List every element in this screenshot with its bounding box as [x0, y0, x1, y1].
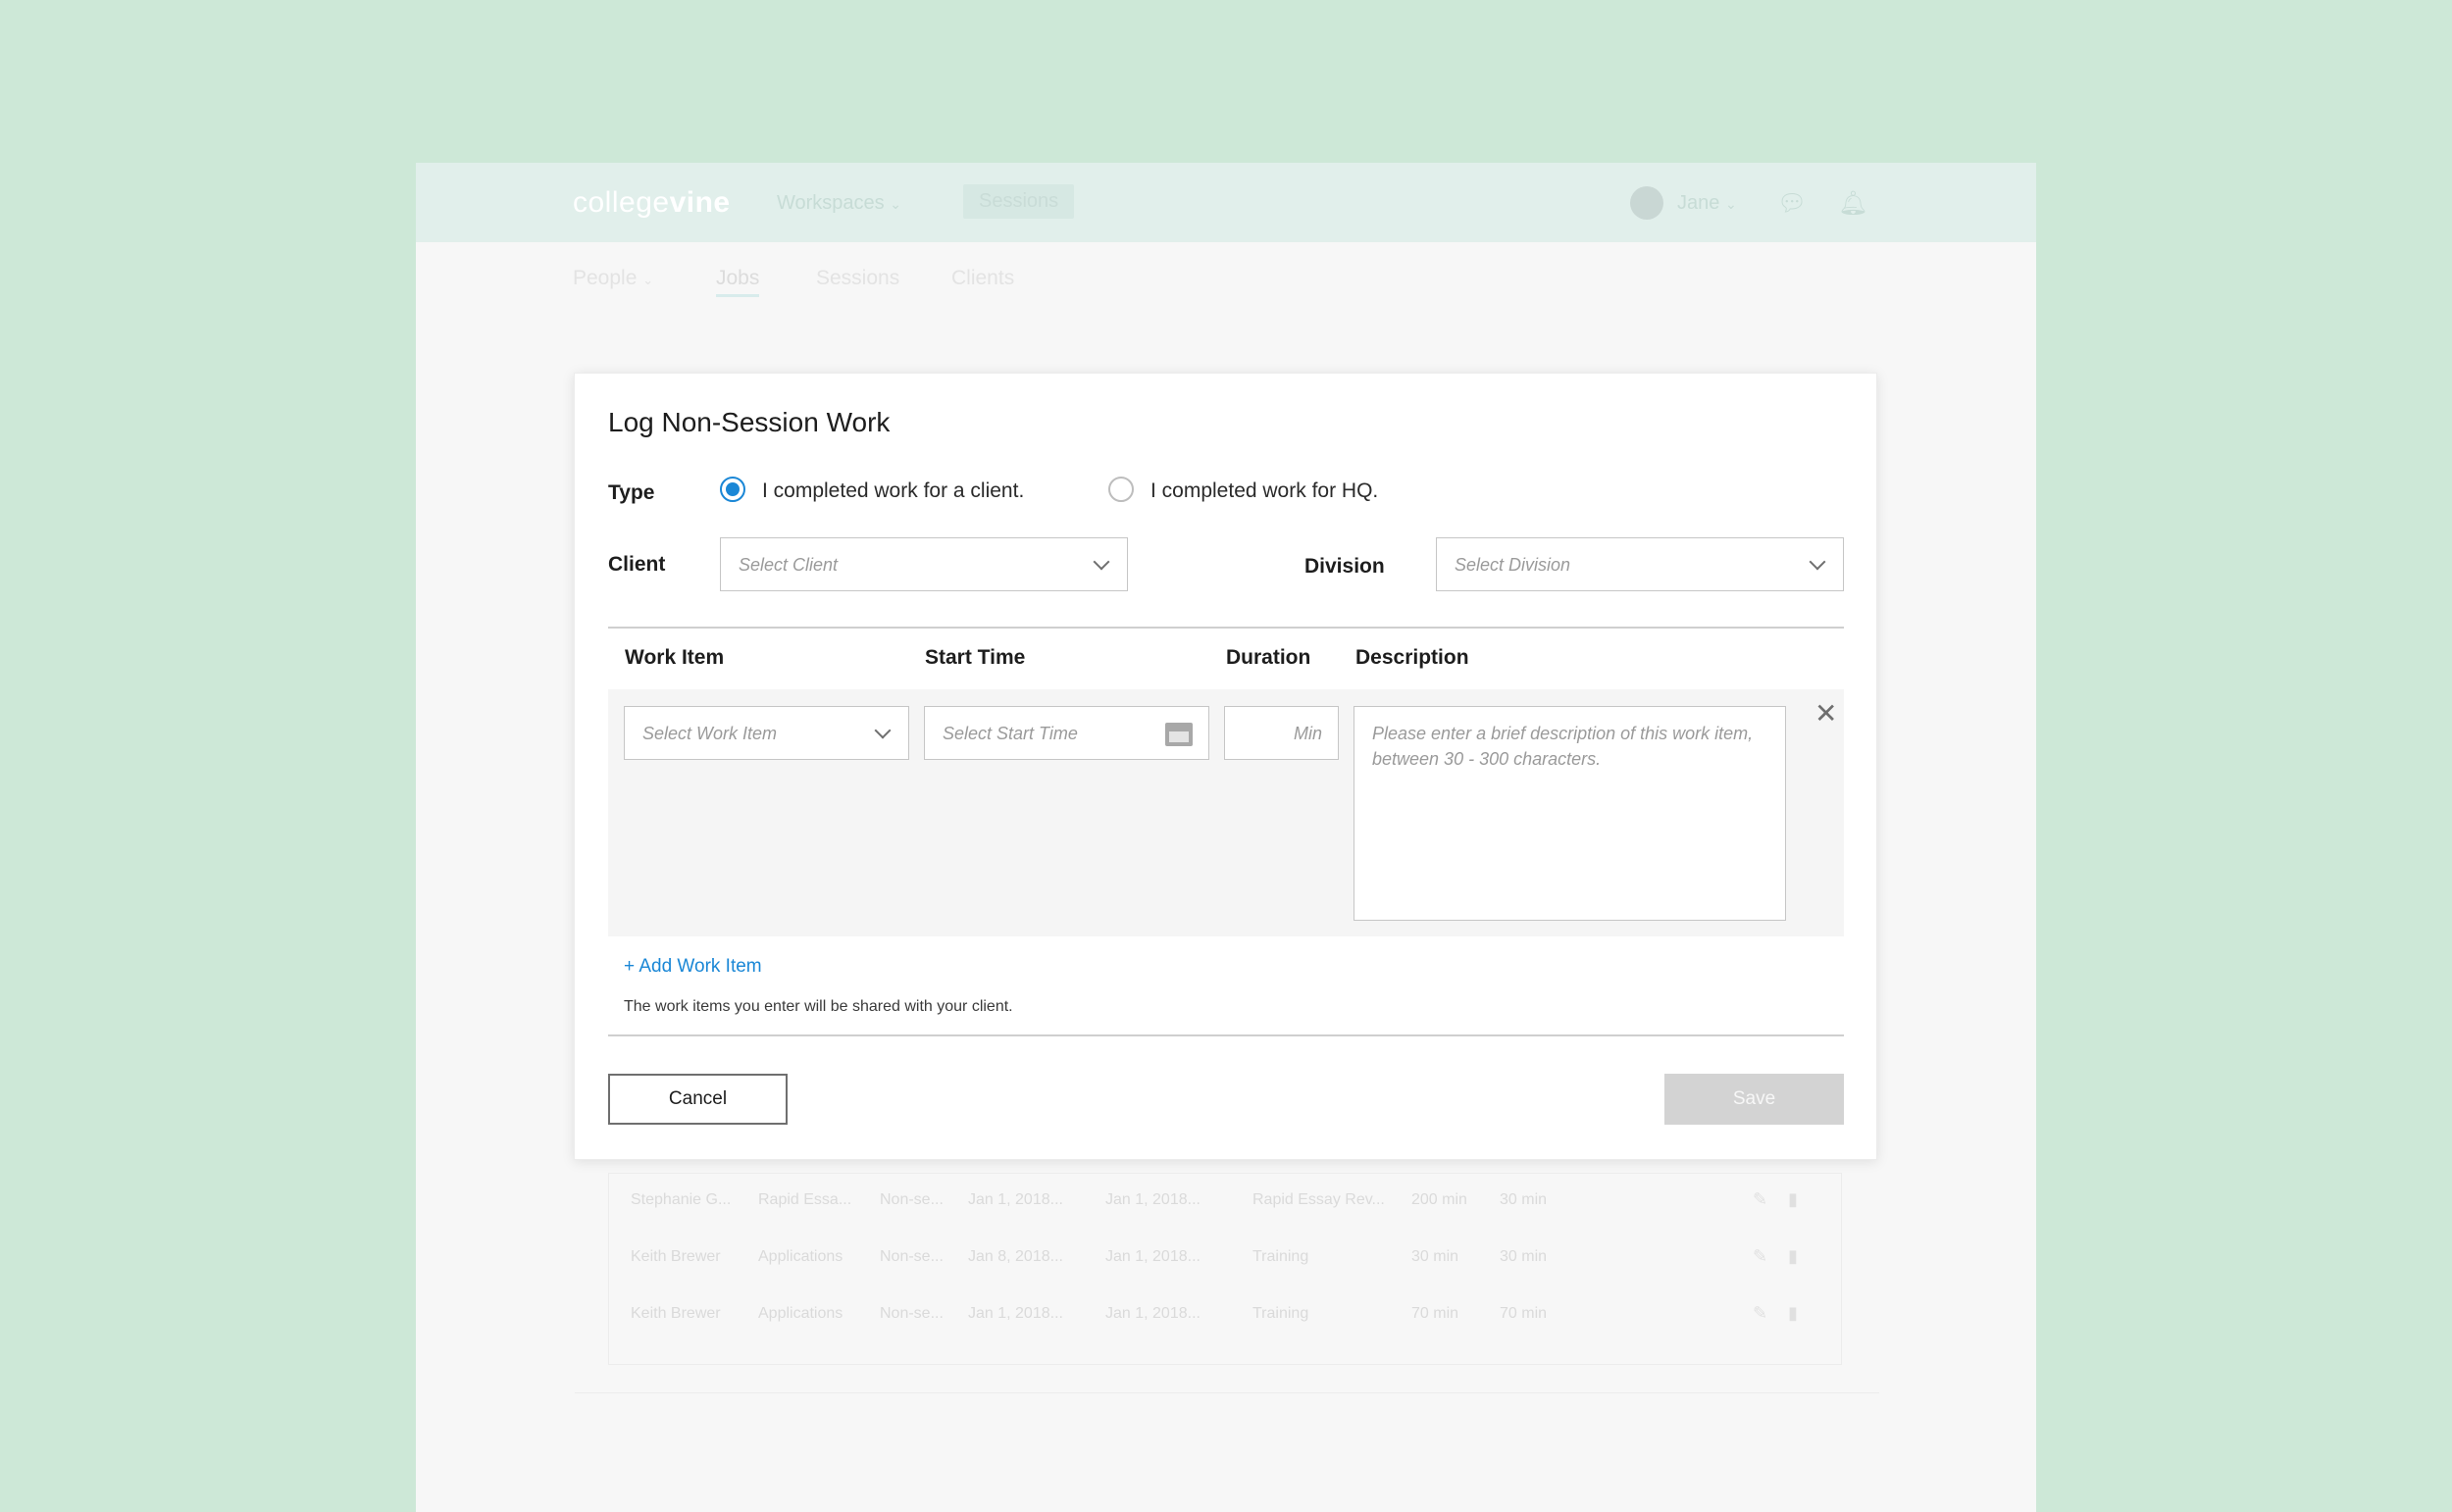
chevron-down-icon: ⌄: [642, 273, 654, 287]
user-menu[interactable]: Jane ⌄: [1677, 192, 1737, 215]
duration-input[interactable]: Min: [1224, 706, 1339, 760]
nav-workspaces[interactable]: Workspaces ⌄: [777, 192, 901, 215]
column-header-description: Description: [1355, 646, 1469, 669]
table-cell: 30 min: [1411, 1248, 1459, 1265]
table-cell: Jan 1, 2018...: [968, 1191, 1063, 1208]
calendar-icon[interactable]: [1165, 723, 1193, 746]
table-cell: Non-se...: [880, 1191, 944, 1208]
pencil-icon[interactable]: ✎: [1753, 1303, 1767, 1324]
nav-sessions[interactable]: Sessions: [963, 184, 1075, 219]
client-select[interactable]: Select Client: [720, 537, 1128, 591]
table-row[interactable]: Keith Brewer Applications Non-se... Jan …: [609, 1287, 1843, 1344]
logo-text-bold: vine: [669, 186, 731, 219]
avatar[interactable]: [1630, 186, 1663, 220]
radio-client-work-label[interactable]: I completed work for a client.: [762, 479, 1024, 503]
table-cell: Jan 1, 2018...: [968, 1305, 1063, 1322]
description-placeholder: Please enter a brief description of this…: [1372, 724, 1754, 769]
divider: [575, 1392, 1879, 1393]
radio-client-work[interactable]: [720, 477, 745, 502]
table-cell: Applications: [758, 1305, 843, 1322]
subnav-people-label: People: [573, 267, 638, 289]
subnav-sessions-label: Sessions: [816, 267, 900, 289]
table-cell: Rapid Essay Rev...: [1252, 1191, 1385, 1208]
radio-hq-work[interactable]: [1108, 477, 1134, 502]
collegevine-logo[interactable]: collegevine: [573, 186, 731, 220]
subnav-sessions[interactable]: Sessions: [816, 267, 899, 290]
table-cell: Non-se...: [880, 1248, 944, 1265]
table-cell: Training: [1252, 1305, 1309, 1322]
subnav-clients-label: Clients: [951, 267, 1015, 289]
table-cell: Jan 1, 2018...: [1105, 1248, 1200, 1265]
pencil-icon[interactable]: ✎: [1753, 1246, 1767, 1267]
save-button[interactable]: Save: [1664, 1074, 1844, 1125]
client-label: Client: [608, 553, 666, 576]
table-cell: Jan 8, 2018...: [968, 1248, 1063, 1265]
nav-workspaces-label: Workspaces: [777, 192, 885, 214]
bell-icon[interactable]: 🔔︎: [1838, 189, 1867, 218]
division-select-placeholder: Select Division: [1455, 555, 1571, 575]
table-cell: 30 min: [1500, 1248, 1548, 1265]
trash-icon[interactable]: ▮: [1788, 1246, 1798, 1267]
subnav-jobs[interactable]: Jobs: [716, 267, 760, 297]
table-cell: 30 min: [1500, 1191, 1548, 1208]
column-header-work-item: Work Item: [625, 646, 725, 669]
start-time-placeholder: Select Start Time: [943, 724, 1078, 743]
table-cell: 70 min: [1411, 1305, 1459, 1322]
logo-text-light: college: [573, 186, 670, 219]
chevron-down-icon: ⌄: [1724, 196, 1737, 212]
top-navigation-bar: collegevine Workspaces ⌄ Sessions Jane ⌄…: [416, 163, 2036, 242]
table-cell: Applications: [758, 1248, 843, 1265]
table-row[interactable]: Keith Brewer Applications Non-se... Jan …: [609, 1231, 1843, 1287]
client-select-placeholder: Select Client: [739, 555, 839, 575]
close-icon[interactable]: ✕: [1814, 697, 1837, 730]
subnav-people[interactable]: People ⌄: [573, 267, 653, 290]
work-item-select[interactable]: Select Work Item: [624, 706, 909, 760]
column-header-duration: Duration: [1226, 646, 1311, 669]
work-item-select-placeholder: Select Work Item: [642, 724, 778, 743]
table-cell: Rapid Essa...: [758, 1191, 852, 1208]
nav-sessions-label: Sessions: [979, 190, 1059, 212]
subnav-jobs-label: Jobs: [716, 267, 760, 289]
chevron-down-icon: [1093, 553, 1110, 571]
work-item-row: Select Work Item Select Start Time Min P…: [608, 689, 1844, 936]
chevron-down-icon: [1809, 553, 1826, 571]
modal-title: Log Non-Session Work: [608, 407, 891, 437]
division-label: Division: [1304, 555, 1385, 578]
table-cell: Stephanie G...: [631, 1191, 732, 1208]
add-work-item-link[interactable]: + Add Work Item: [624, 956, 762, 978]
table-cell: Keith Brewer: [631, 1248, 721, 1265]
divider: [608, 627, 1844, 629]
chat-icon[interactable]: 💬︎: [1777, 189, 1807, 218]
description-textarea[interactable]: Please enter a brief description of this…: [1354, 706, 1786, 921]
pencil-icon[interactable]: ✎: [1753, 1189, 1767, 1210]
table-cell: Jan 1, 2018...: [1105, 1191, 1200, 1208]
table-cell: 200 min: [1411, 1191, 1467, 1208]
table-cell: Non-se...: [880, 1305, 944, 1322]
user-name-label: Jane: [1677, 192, 1720, 214]
table-cell: 70 min: [1500, 1305, 1548, 1322]
subnav-clients[interactable]: Clients: [951, 267, 1014, 290]
jobs-table: Stephanie G... Rapid Essa... Non-se... J…: [608, 1173, 1842, 1365]
chevron-down-icon: [874, 722, 892, 739]
column-header-start-time: Start Time: [925, 646, 1026, 669]
start-time-input[interactable]: Select Start Time: [924, 706, 1209, 760]
table-row[interactable]: Stephanie G... Rapid Essa... Non-se... J…: [609, 1174, 1843, 1231]
duration-placeholder: Min: [1293, 724, 1322, 743]
type-label: Type: [608, 481, 655, 504]
shared-with-client-note: The work items you enter will be shared …: [624, 998, 1013, 1015]
chevron-down-icon: ⌄: [890, 196, 901, 212]
log-non-session-work-modal: Log Non-Session Work Type I completed wo…: [574, 373, 1877, 1160]
trash-icon[interactable]: ▮: [1788, 1303, 1798, 1324]
divider: [608, 1034, 1844, 1036]
cancel-button[interactable]: Cancel: [608, 1074, 788, 1125]
table-cell: Keith Brewer: [631, 1305, 721, 1322]
table-cell: Training: [1252, 1248, 1309, 1265]
radio-hq-work-label[interactable]: I completed work for HQ.: [1150, 479, 1378, 503]
table-cell: Jan 1, 2018...: [1105, 1305, 1200, 1322]
division-select[interactable]: Select Division: [1436, 537, 1844, 591]
trash-icon[interactable]: ▮: [1788, 1189, 1798, 1210]
